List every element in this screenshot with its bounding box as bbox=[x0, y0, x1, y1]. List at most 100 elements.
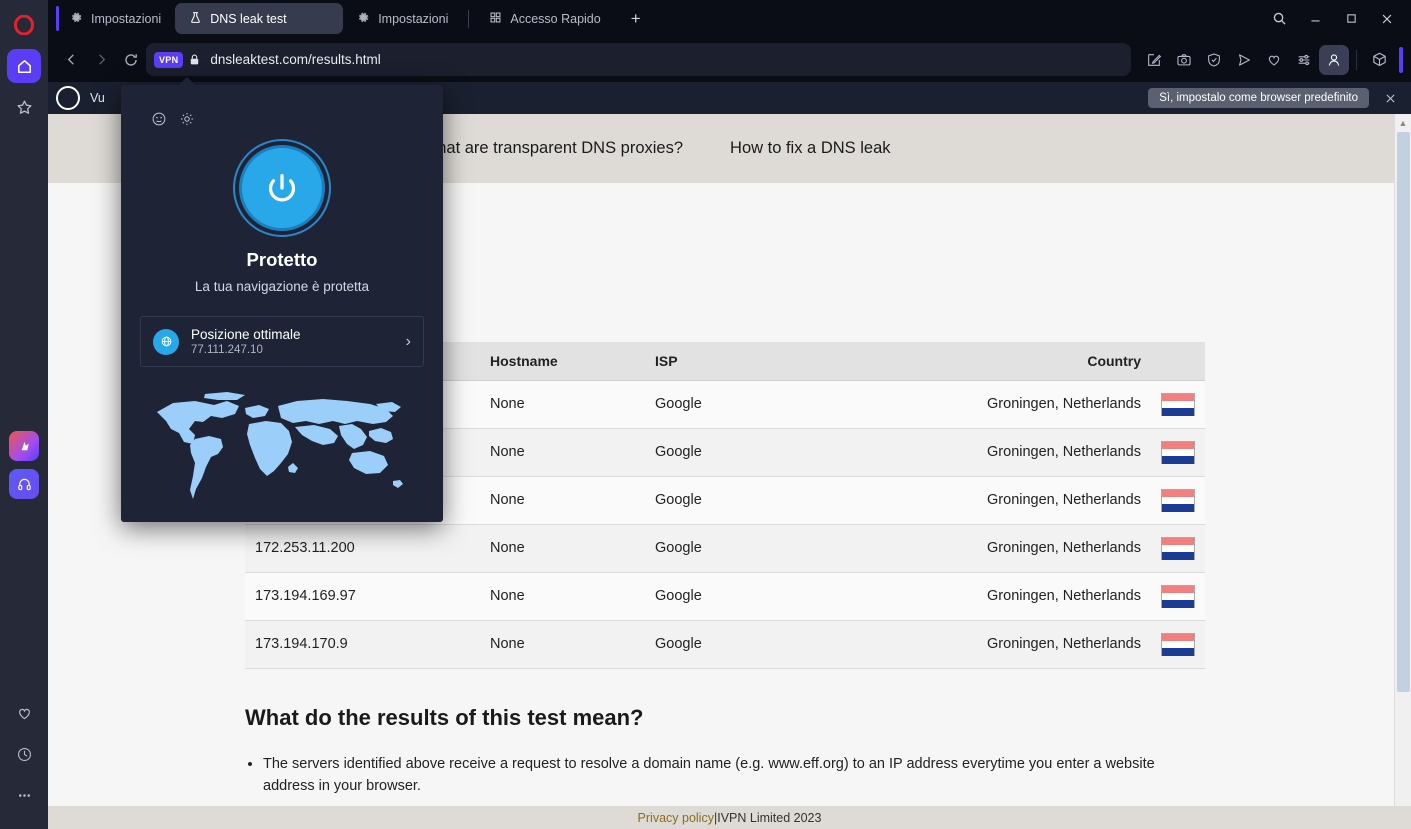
cell-isp: Google bbox=[645, 572, 915, 621]
table-row: 172.253.11.200 None Google Groningen, Ne… bbox=[245, 524, 1205, 573]
netherlands-flag-icon bbox=[1161, 632, 1195, 656]
tab-label: Impostazioni bbox=[91, 11, 162, 26]
maximize-icon[interactable] bbox=[1333, 4, 1369, 34]
tab-strip: Impostazioni DNS leak test Impostazioni bbox=[48, 0, 1261, 37]
scrollbar-thumb[interactable] bbox=[1397, 132, 1410, 692]
minimize-icon[interactable] bbox=[1297, 4, 1333, 34]
notification-text: Vu bbox=[90, 91, 105, 105]
chevron-up-icon[interactable]: ▲ bbox=[1395, 114, 1411, 131]
vpn-power-button[interactable] bbox=[239, 145, 325, 231]
vpn-power-button-wrap bbox=[121, 145, 443, 231]
sidebar-app-player-icon[interactable] bbox=[9, 469, 39, 499]
netherlands-flag-icon bbox=[1161, 392, 1195, 416]
page-footer: Privacy policy | IVPN Limited 2023 bbox=[48, 806, 1411, 829]
gear-icon bbox=[70, 11, 83, 27]
sidebar-more-ellipsis-icon[interactable] bbox=[7, 778, 41, 812]
flask-icon bbox=[189, 11, 202, 27]
cell-isp: Google bbox=[645, 476, 915, 525]
world-map bbox=[121, 367, 443, 513]
tab-impostazioni-1[interactable]: Impostazioni bbox=[56, 3, 175, 34]
set-default-browser-button[interactable]: Sì, impostalo come browser predefinito bbox=[1148, 88, 1369, 108]
gear-icon bbox=[357, 11, 370, 27]
edit-pen-icon[interactable] bbox=[1139, 45, 1169, 75]
left-sidebar bbox=[0, 0, 48, 829]
cell-flag bbox=[1151, 572, 1205, 621]
cell-country: Groningen, Netherlands bbox=[915, 380, 1151, 429]
url-text[interactable]: dnsleaktest.com/results.html bbox=[210, 52, 380, 67]
privacy-policy-link[interactable]: Privacy policy bbox=[638, 811, 714, 825]
table-row: 173.194.169.97 None Google Groningen, Ne… bbox=[245, 572, 1205, 621]
vpn-location-title: Posizione ottimale bbox=[191, 327, 301, 342]
reload-button[interactable] bbox=[116, 46, 146, 74]
camera-icon[interactable] bbox=[1169, 45, 1199, 75]
smiley-icon[interactable] bbox=[149, 109, 169, 129]
heart-icon[interactable] bbox=[1259, 45, 1289, 75]
netherlands-flag-icon bbox=[1161, 488, 1195, 512]
th-hostname: Hostname bbox=[480, 341, 645, 381]
shield-check-icon[interactable] bbox=[1199, 45, 1229, 75]
cell-country: Groningen, Netherlands bbox=[915, 572, 1151, 621]
world-map-svg bbox=[157, 392, 403, 499]
cell-ip: 172.253.11.200 bbox=[245, 524, 480, 573]
cell-hostname: None bbox=[480, 476, 645, 525]
netherlands-flag-icon bbox=[1161, 584, 1195, 608]
results-meaning-heading: What do the results of this test mean? bbox=[245, 704, 644, 730]
lock-icon[interactable] bbox=[188, 53, 201, 66]
tab-dns-leak-test[interactable]: DNS leak test bbox=[175, 3, 344, 34]
toolbar-right bbox=[1139, 44, 1403, 75]
sidebar-item-home[interactable] bbox=[7, 49, 41, 83]
globe-icon bbox=[153, 328, 179, 355]
netherlands-flag-icon bbox=[1161, 440, 1195, 464]
back-button[interactable] bbox=[56, 46, 86, 74]
sidebar-favorites-heart-icon[interactable] bbox=[7, 696, 41, 730]
tab-label: Accesso Rapido bbox=[510, 11, 601, 26]
cell-country: Groningen, Netherlands bbox=[915, 428, 1151, 477]
sidebar-app-music-icon[interactable] bbox=[9, 431, 39, 461]
title-bar: Impostazioni DNS leak test Impostazioni bbox=[48, 0, 1411, 37]
send-icon[interactable] bbox=[1229, 45, 1259, 75]
opera-logo-icon[interactable] bbox=[7, 8, 41, 42]
netherlands-flag-icon bbox=[1161, 536, 1195, 560]
sidebar-item-speeddial[interactable] bbox=[7, 90, 41, 124]
forward-button[interactable] bbox=[86, 46, 116, 74]
cell-hostname: None bbox=[480, 620, 645, 669]
vpn-panel: Protetto La tua navigazione è protetta P… bbox=[121, 77, 443, 522]
cell-country: Groningen, Netherlands bbox=[915, 524, 1151, 573]
chevron-right-icon[interactable]: › bbox=[406, 333, 411, 351]
table-row: 173.194.170.9 None Google Groningen, Net… bbox=[245, 620, 1205, 669]
cell-hostname: None bbox=[480, 380, 645, 429]
cell-flag bbox=[1151, 428, 1205, 477]
vpn-badge[interactable]: VPN bbox=[154, 51, 184, 68]
profile-icon[interactable] bbox=[1319, 44, 1349, 75]
nav-link-how-to-fix[interactable]: How to fix a DNS leak bbox=[730, 139, 890, 158]
cell-flag bbox=[1151, 620, 1205, 669]
tab-separator bbox=[468, 9, 470, 28]
toolbar-separator bbox=[1356, 49, 1357, 70]
nav-link-transparent-dns-proxies[interactable]: What are transparent DNS proxies? bbox=[422, 139, 683, 158]
tab-impostazioni-2[interactable]: Impostazioni bbox=[343, 3, 462, 34]
cell-ip: 173.194.169.97 bbox=[245, 572, 480, 621]
sidebar-accent-bar bbox=[1399, 46, 1403, 73]
cell-flag bbox=[1151, 476, 1205, 525]
vpn-location-selector[interactable]: Posizione ottimale 77.111.247.10 › bbox=[140, 316, 424, 367]
close-icon[interactable] bbox=[1369, 4, 1405, 34]
search-icon[interactable] bbox=[1261, 4, 1297, 34]
cell-isp: Google bbox=[645, 524, 915, 573]
tab-accesso-rapido[interactable]: Accesso Rapido bbox=[475, 3, 614, 34]
cell-country: Groningen, Netherlands bbox=[915, 620, 1151, 669]
gear-icon[interactable] bbox=[177, 109, 197, 129]
url-bar[interactable]: VPN dnsleaktest.com/results.html bbox=[146, 43, 1131, 76]
close-icon[interactable] bbox=[1377, 85, 1403, 111]
cell-ip: 173.194.170.9 bbox=[245, 620, 480, 669]
cube-icon[interactable] bbox=[1364, 45, 1394, 75]
navigation-bar: VPN dnsleaktest.com/results.html bbox=[48, 37, 1411, 82]
page-scrollbar[interactable]: ▲ bbox=[1394, 114, 1411, 806]
th-flag bbox=[1151, 341, 1205, 381]
vpn-location-ip: 77.111.247.10 bbox=[191, 344, 263, 356]
cell-isp: Google bbox=[645, 428, 915, 477]
new-tab-button[interactable]: + bbox=[623, 6, 649, 32]
list-item: The servers identified above receive a r… bbox=[263, 753, 1197, 798]
sliders-icon[interactable] bbox=[1289, 45, 1319, 75]
cell-hostname: None bbox=[480, 524, 645, 573]
sidebar-history-clock-icon[interactable] bbox=[7, 737, 41, 771]
